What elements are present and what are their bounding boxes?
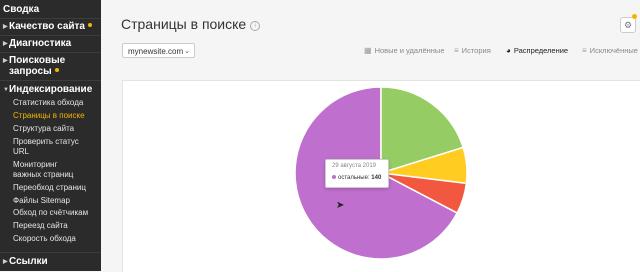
- sidebar-subitem-sitemap[interactable]: Файлы Sitemap: [13, 196, 70, 206]
- tab-label: Распределение: [513, 46, 569, 55]
- sidebar-subitem-crawl-by-counters[interactable]: Обход по счётчикам: [13, 208, 88, 218]
- sidebar-subitem-crawl-speed[interactable]: Скорость обхода: [13, 234, 76, 244]
- chevron-down-icon: ⌄: [184, 48, 190, 55]
- gear-icon[interactable]: ⚙: [620, 17, 636, 33]
- sidebar-subitem-check-url[interactable]: Проверить статус: [13, 137, 79, 147]
- pie-icon: ◕: [506, 46, 511, 55]
- sidebar-divider: [0, 35, 101, 36]
- sidebar-item-label: Качество сайта: [9, 21, 85, 32]
- sidebar-divider: [0, 18, 101, 19]
- series-dot: [332, 175, 336, 179]
- table-icon: ▦: [364, 46, 372, 55]
- notification-dot: [88, 23, 92, 27]
- tab-history[interactable]: ≡ История: [454, 46, 491, 55]
- sidebar-divider: [0, 80, 101, 81]
- sidebar-subitem-site-move[interactable]: Переезд сайта: [13, 221, 68, 231]
- info-icon[interactable]: i: [250, 21, 261, 31]
- sidebar-subitem-site-structure[interactable]: Структура сайта: [13, 124, 74, 134]
- tooltip-line: остальные: 140: [332, 175, 381, 181]
- page-title: Страницы в поиске i: [121, 16, 261, 32]
- sidebar-subitem-monitoring[interactable]: Мониторинг: [13, 160, 57, 170]
- sidebar-item-label: Поисковые: [9, 55, 66, 66]
- sidebar-divider: [0, 52, 101, 53]
- sidebar-subitem-monitoring-line2[interactable]: важных страниц: [13, 170, 73, 180]
- sidebar-subitem-pages-in-search[interactable]: Страницы в поиске: [13, 111, 85, 121]
- list-icon: ≡: [582, 46, 587, 55]
- tab-label: Исключённые: [589, 46, 638, 55]
- sidebar-item-links[interactable]: ▶Ссылки: [3, 256, 48, 268]
- tab-label: Новые и удалённые: [374, 46, 445, 55]
- sidebar-item-label: Диагностика: [9, 38, 72, 49]
- tooltip-date: 29 августа 2019: [332, 163, 377, 169]
- sidebar-item-diagnostics[interactable]: ▶Диагностика: [3, 38, 71, 50]
- sidebar-subitem-check-url-line2[interactable]: URL: [13, 147, 29, 157]
- main-content: Страницы в поиске i ⚙ mynewsite.com ⌄ ▦ Нов…: [101, 0, 640, 272]
- site-select[interactable]: mynewsite.com ⌄: [122, 43, 195, 58]
- sidebar: Сводка ▶Качество сайта ▶Диагностика ▶Пои…: [0, 0, 101, 271]
- sidebar-subitem-recrawl[interactable]: Переобход страниц: [13, 183, 86, 193]
- tab-label: История: [461, 46, 491, 55]
- sidebar-item-site-quality[interactable]: ▶Качество сайта: [3, 21, 92, 33]
- mouse-cursor-icon: ➤: [336, 200, 345, 211]
- chart-panel: 29 августа 2019 остальные: 140 ➤: [122, 80, 640, 272]
- sidebar-item-label: запросы: [9, 66, 52, 77]
- tooltip-series: остальные:: [338, 175, 370, 181]
- sidebar-item-indexing[interactable]: ▼Индексирование: [3, 84, 92, 96]
- chart-tooltip: 29 августа 2019 остальные: 140: [325, 159, 389, 188]
- sidebar-divider: [0, 252, 101, 253]
- notification-dot: [632, 14, 637, 19]
- tab-distribution[interactable]: ◕ Распределение: [506, 46, 568, 55]
- notification-dot: [54, 68, 59, 72]
- sidebar-subitem-crawl-stats[interactable]: Статистика обхода: [13, 98, 83, 108]
- sidebar-item-summary[interactable]: Сводка: [3, 4, 39, 16]
- tab-excluded[interactable]: ≡ Исключённые: [582, 46, 638, 55]
- site-select-value: mynewsite.com: [128, 47, 184, 56]
- sidebar-item-label: Сводка: [3, 4, 40, 15]
- tooltip-value: 140: [371, 175, 382, 181]
- sidebar-item-label: Ссылки: [9, 256, 48, 267]
- list-icon: ≡: [454, 46, 459, 55]
- page-title-text: Страницы в поиске: [121, 16, 247, 32]
- sidebar-item-search-queries-line2[interactable]: запросы: [9, 66, 59, 78]
- tab-new-and-deleted[interactable]: ▦ Новые и удалённые: [364, 46, 445, 55]
- sidebar-item-label: Индексирование: [9, 84, 93, 95]
